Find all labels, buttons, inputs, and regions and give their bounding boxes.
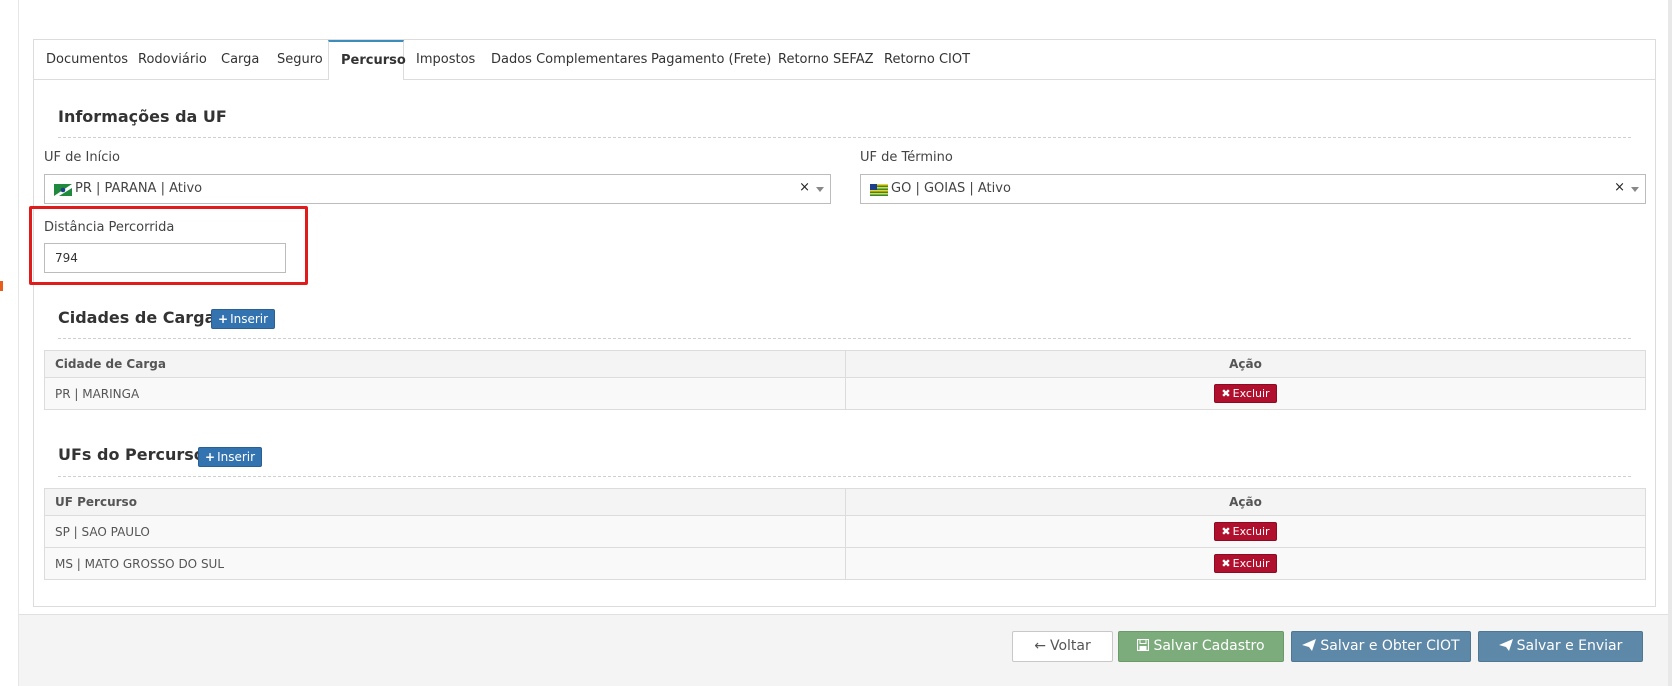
uf-inicio-select[interactable]: PR | PARANA | Ativo × bbox=[44, 174, 831, 204]
uf-cell: MS | MATO GROSSO DO SUL bbox=[44, 547, 846, 580]
tab-retorno-ciot[interactable]: Retorno CIOT bbox=[872, 40, 982, 80]
times-icon: ✖ bbox=[1221, 525, 1231, 538]
plus-icon: + bbox=[218, 312, 229, 326]
salvar-enviar-button[interactable]: Salvar e Enviar bbox=[1478, 631, 1643, 662]
parana-flag-icon bbox=[54, 184, 72, 196]
excluir-label: Excluir bbox=[1232, 525, 1270, 538]
clear-icon[interactable]: × bbox=[1614, 180, 1625, 195]
column-header-uf: UF Percurso bbox=[44, 488, 846, 516]
table-row: PR | MARINGA ✖ Excluir bbox=[44, 377, 1646, 410]
column-header-cidade: Cidade de Carga bbox=[44, 350, 846, 378]
section-title-uf-info: Informações da UF bbox=[58, 107, 227, 126]
form-footer: ← Voltar Salvar Cadastro Salvar e Obter C… bbox=[19, 614, 1668, 686]
acao-cell: ✖ Excluir bbox=[845, 377, 1646, 410]
left-edge-marker bbox=[0, 281, 3, 291]
tab-retorno-sefaz[interactable]: Retorno SEFAZ bbox=[766, 40, 886, 80]
plus-icon: + bbox=[205, 450, 216, 464]
excluir-button[interactable]: ✖ Excluir bbox=[1214, 384, 1277, 403]
tab-rodoviario[interactable]: Rodoviário bbox=[126, 40, 219, 80]
uf-termino-select[interactable]: GO | GOIAS | Ativo × bbox=[860, 174, 1646, 204]
left-edge bbox=[0, 0, 19, 686]
column-header-acao: Ação bbox=[845, 350, 1646, 378]
ufs-percurso-table: UF Percurso Ação SP | SAO PAULO ✖ Excluir… bbox=[44, 488, 1646, 580]
table-row: SP | SAO PAULO ✖ Excluir bbox=[44, 515, 1646, 548]
clear-icon[interactable]: × bbox=[799, 180, 810, 195]
scrollbar-track[interactable] bbox=[1668, 0, 1672, 686]
tab-impostos[interactable]: Impostos bbox=[404, 40, 487, 80]
uf-inicio-label: UF de Início bbox=[44, 150, 120, 165]
times-icon: ✖ bbox=[1221, 557, 1231, 570]
section-divider bbox=[58, 137, 1631, 138]
chevron-down-icon[interactable] bbox=[816, 187, 824, 192]
times-icon: ✖ bbox=[1221, 387, 1231, 400]
tab-percurso[interactable]: Percurso bbox=[328, 40, 406, 80]
goias-flag-icon bbox=[870, 184, 888, 196]
uf-cell: SP | SAO PAULO bbox=[44, 515, 846, 548]
excluir-label: Excluir bbox=[1232, 387, 1270, 400]
section-divider bbox=[58, 338, 1631, 339]
table-row: MS | MATO GROSSO DO SUL ✖ Excluir bbox=[44, 547, 1646, 580]
tab-seguro[interactable]: Seguro bbox=[265, 40, 335, 80]
paper-plane-icon bbox=[1302, 639, 1317, 651]
excluir-button[interactable]: ✖ Excluir bbox=[1214, 554, 1277, 573]
section-divider bbox=[58, 476, 1631, 477]
arrow-left-icon: ← bbox=[1034, 638, 1046, 654]
cidades-carga-table: Cidade de Carga Ação PR | MARINGA ✖ Exclu… bbox=[44, 350, 1646, 410]
voltar-button[interactable]: ← Voltar bbox=[1012, 631, 1113, 662]
tab-bar: Documentos Rodoviário Carga Seguro Percu… bbox=[34, 40, 1655, 80]
chevron-down-icon[interactable] bbox=[1631, 187, 1639, 192]
salvar-cadastro-button[interactable]: Salvar Cadastro bbox=[1118, 631, 1284, 662]
tab-pagamento-frete[interactable]: Pagamento (Frete) bbox=[639, 40, 783, 80]
uf-termino-label: UF de Término bbox=[860, 150, 953, 165]
insert-cidade-button[interactable]: + Inserir bbox=[211, 309, 276, 329]
excluir-button[interactable]: ✖ Excluir bbox=[1214, 522, 1277, 541]
highlight-box bbox=[29, 206, 308, 285]
salvar-obter-ciot-label: Salvar e Obter CIOT bbox=[1320, 638, 1460, 654]
salvar-enviar-label: Salvar e Enviar bbox=[1516, 638, 1623, 654]
acao-cell: ✖ Excluir bbox=[845, 515, 1646, 548]
insert-uf-button[interactable]: + Inserir bbox=[198, 447, 263, 467]
floppy-disk-icon bbox=[1137, 638, 1150, 652]
acao-cell: ✖ Excluir bbox=[845, 547, 1646, 580]
salvar-cadastro-label: Salvar Cadastro bbox=[1153, 638, 1265, 654]
uf-termino-value: GO | GOIAS | Ativo bbox=[891, 181, 1011, 196]
salvar-obter-ciot-button[interactable]: Salvar e Obter CIOT bbox=[1291, 631, 1471, 662]
excluir-label: Excluir bbox=[1232, 557, 1270, 570]
section-title-ufs-percurso: UFs do Percurso bbox=[58, 445, 205, 464]
insert-label: Inserir bbox=[217, 450, 256, 464]
paper-plane-icon bbox=[1498, 639, 1513, 651]
tab-documentos[interactable]: Documentos bbox=[34, 40, 140, 80]
uf-inicio-value: PR | PARANA | Ativo bbox=[75, 181, 203, 196]
tab-carga[interactable]: Carga bbox=[209, 40, 271, 80]
voltar-label: Voltar bbox=[1049, 638, 1091, 654]
column-header-acao: Ação bbox=[845, 488, 1646, 516]
cidade-cell: PR | MARINGA bbox=[44, 377, 846, 410]
insert-label: Inserir bbox=[230, 312, 269, 326]
section-title-cidades-carga: Cidades de Carga bbox=[58, 308, 216, 327]
tab-dados-complementares[interactable]: Dados Complementares bbox=[479, 40, 659, 80]
